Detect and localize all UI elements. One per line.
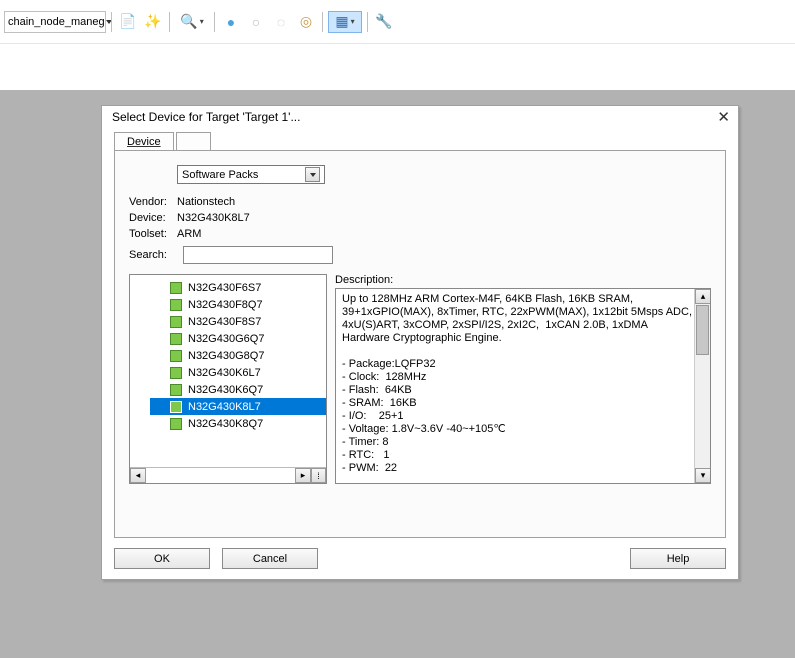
toolset-label: Toolset: xyxy=(129,228,177,240)
tree-item-label: N32G430G6Q7 xyxy=(188,333,264,345)
scroll-up-icon[interactable]: ▴ xyxy=(695,289,711,304)
description-line: - Package:LQFP32 xyxy=(342,358,692,371)
vendor-value: Nationstech xyxy=(177,196,235,208)
pack-select-value: Software Packs xyxy=(182,169,258,181)
project-combo-text: chain_node_maneg xyxy=(8,16,105,28)
tree-item-label: N32G430K8L7 xyxy=(188,401,261,413)
close-icon[interactable]: ✕ xyxy=(717,108,730,126)
description-line: - Voltage: 1.8V~3.6V -40~+105℃ xyxy=(342,423,692,436)
scroll-down-icon[interactable]: ▾ xyxy=(695,468,711,483)
chip-icon xyxy=(170,367,182,379)
description-line: - SRAM: 16KB xyxy=(342,397,692,410)
scroll-left-icon[interactable]: ◂ xyxy=(130,468,146,483)
description-line: - I/O: 25+1 xyxy=(342,410,692,423)
device-value: N32G430K8L7 xyxy=(177,212,250,224)
tree-item[interactable]: N32G430F6S7 xyxy=(150,279,326,296)
dialog-button-row: OK Cancel Help xyxy=(102,538,738,579)
description-line: Hardware Cryptographic Engine. xyxy=(342,332,692,345)
help-button[interactable]: Help xyxy=(630,548,726,569)
dialog-titlebar: Select Device for Target 'Target 1'... ✕ xyxy=(102,106,738,128)
scroll-right-icon[interactable]: ▸ xyxy=(295,468,311,483)
tree-hscrollbar[interactable]: ◂ ▸ ⁞ xyxy=(130,467,326,483)
search-label: Search: xyxy=(129,249,177,261)
description-line: - RTC: 1 xyxy=(342,449,692,462)
description-line: 39+1xGPIO(MAX), 8xTimer, RTC, 22xPWM(MAX… xyxy=(342,306,692,319)
tree-item[interactable]: N32G430G6Q7 xyxy=(150,330,326,347)
zoom-icon[interactable]: 🔍▾ xyxy=(175,11,209,33)
vendor-label: Vendor: xyxy=(129,196,177,208)
tree-item-label: N32G430G8Q7 xyxy=(188,350,264,362)
tab-device[interactable]: Device xyxy=(114,132,174,151)
description-line: - PWM: 22 xyxy=(342,462,692,475)
tree-item-label: N32G430K6Q7 xyxy=(188,384,263,396)
description-line: - Timer: 8 xyxy=(342,436,692,449)
chevron-down-icon xyxy=(305,167,320,182)
chip-icon xyxy=(170,299,182,311)
tree-item[interactable]: N32G430K6Q7 xyxy=(150,381,326,398)
device-label: Device: xyxy=(129,212,177,224)
toolbar-separator xyxy=(367,12,368,32)
search-input[interactable] xyxy=(183,246,333,264)
scroll-grip-icon[interactable]: ⁞ xyxy=(311,468,326,483)
toolbar-separator xyxy=(169,12,170,32)
toolbar-separator xyxy=(214,12,215,32)
wrench-icon[interactable]: 🔧 xyxy=(373,11,395,33)
tree-item-label: N32G430F6S7 xyxy=(188,282,261,294)
tree-item[interactable]: N32G430F8S7 xyxy=(150,313,326,330)
main-toolbar: chain_node_maneg 📄 ✨ 🔍▾ ● ○ ◌ ◎ ▦▾ 🔧 xyxy=(0,0,795,44)
chip-icon xyxy=(170,401,182,413)
description-line xyxy=(342,345,692,358)
select-device-dialog: Select Device for Target 'Target 1'... ✕… xyxy=(101,105,739,580)
tree-item-label: N32G430F8S7 xyxy=(188,316,261,328)
tree-item[interactable]: N32G430K8Q7 xyxy=(150,415,326,432)
chip-icon xyxy=(170,282,182,294)
description-box: Up to 128MHz ARM Cortex-M4F, 64KB Flash,… xyxy=(335,288,711,484)
description-line: Up to 128MHz ARM Cortex-M4F, 64KB Flash,… xyxy=(342,293,692,306)
page-find-icon[interactable]: 📄 xyxy=(117,11,139,33)
tree-item[interactable]: N32G430F8Q7 xyxy=(150,296,326,313)
tab-strip: Device ... xyxy=(114,131,726,150)
tree-item[interactable]: N32G430K6L7 xyxy=(150,364,326,381)
chip-icon xyxy=(170,384,182,396)
cancel-button[interactable]: Cancel xyxy=(222,548,318,569)
tree-item[interactable]: N32G430G8Q7 xyxy=(150,347,326,364)
tree-item-label: N32G430K6L7 xyxy=(188,367,261,379)
dot-blue-icon[interactable]: ● xyxy=(220,11,242,33)
tree-item[interactable]: N32G430K8L7 xyxy=(150,398,326,415)
chip-icon xyxy=(170,350,182,362)
desc-vscrollbar[interactable]: ▴ ▾ xyxy=(694,289,710,483)
target-icon[interactable]: ◎ xyxy=(295,11,317,33)
toolbar-separator xyxy=(322,12,323,32)
dialog-title: Select Device for Target 'Target 1'... xyxy=(112,110,300,124)
ok-button[interactable]: OK xyxy=(114,548,210,569)
description-label: Description: xyxy=(335,274,711,286)
tree-item-label: N32G430F8Q7 xyxy=(188,299,263,311)
chip-icon xyxy=(170,316,182,328)
tab-blank[interactable]: ... xyxy=(176,132,211,151)
wand-icon[interactable]: ✨ xyxy=(142,11,164,33)
description-line: 4xU(S)ART, 3xCOMP, 2xSPI/I2S, 2xI2C, 1xC… xyxy=(342,319,692,332)
toolbar-separator xyxy=(111,12,112,32)
circle-fade-icon[interactable]: ◌ xyxy=(270,11,292,33)
project-combo[interactable]: chain_node_maneg xyxy=(4,11,106,33)
toolset-value: ARM xyxy=(177,228,201,240)
description-line: - Flash: 64KB xyxy=(342,384,692,397)
chip-icon xyxy=(170,333,182,345)
chip-icon xyxy=(170,418,182,430)
device-tree[interactable]: N32G430F6S7 N32G430F8Q7 N32G430F8S7 N32G430… xyxy=(129,274,327,484)
description-line: - Clock: 128MHz xyxy=(342,371,692,384)
pack-select[interactable]: Software Packs xyxy=(177,165,325,184)
circle-icon[interactable]: ○ xyxy=(245,11,267,33)
tree-item-label: N32G430K8Q7 xyxy=(188,418,263,430)
layout-icon[interactable]: ▦▾ xyxy=(328,11,362,33)
